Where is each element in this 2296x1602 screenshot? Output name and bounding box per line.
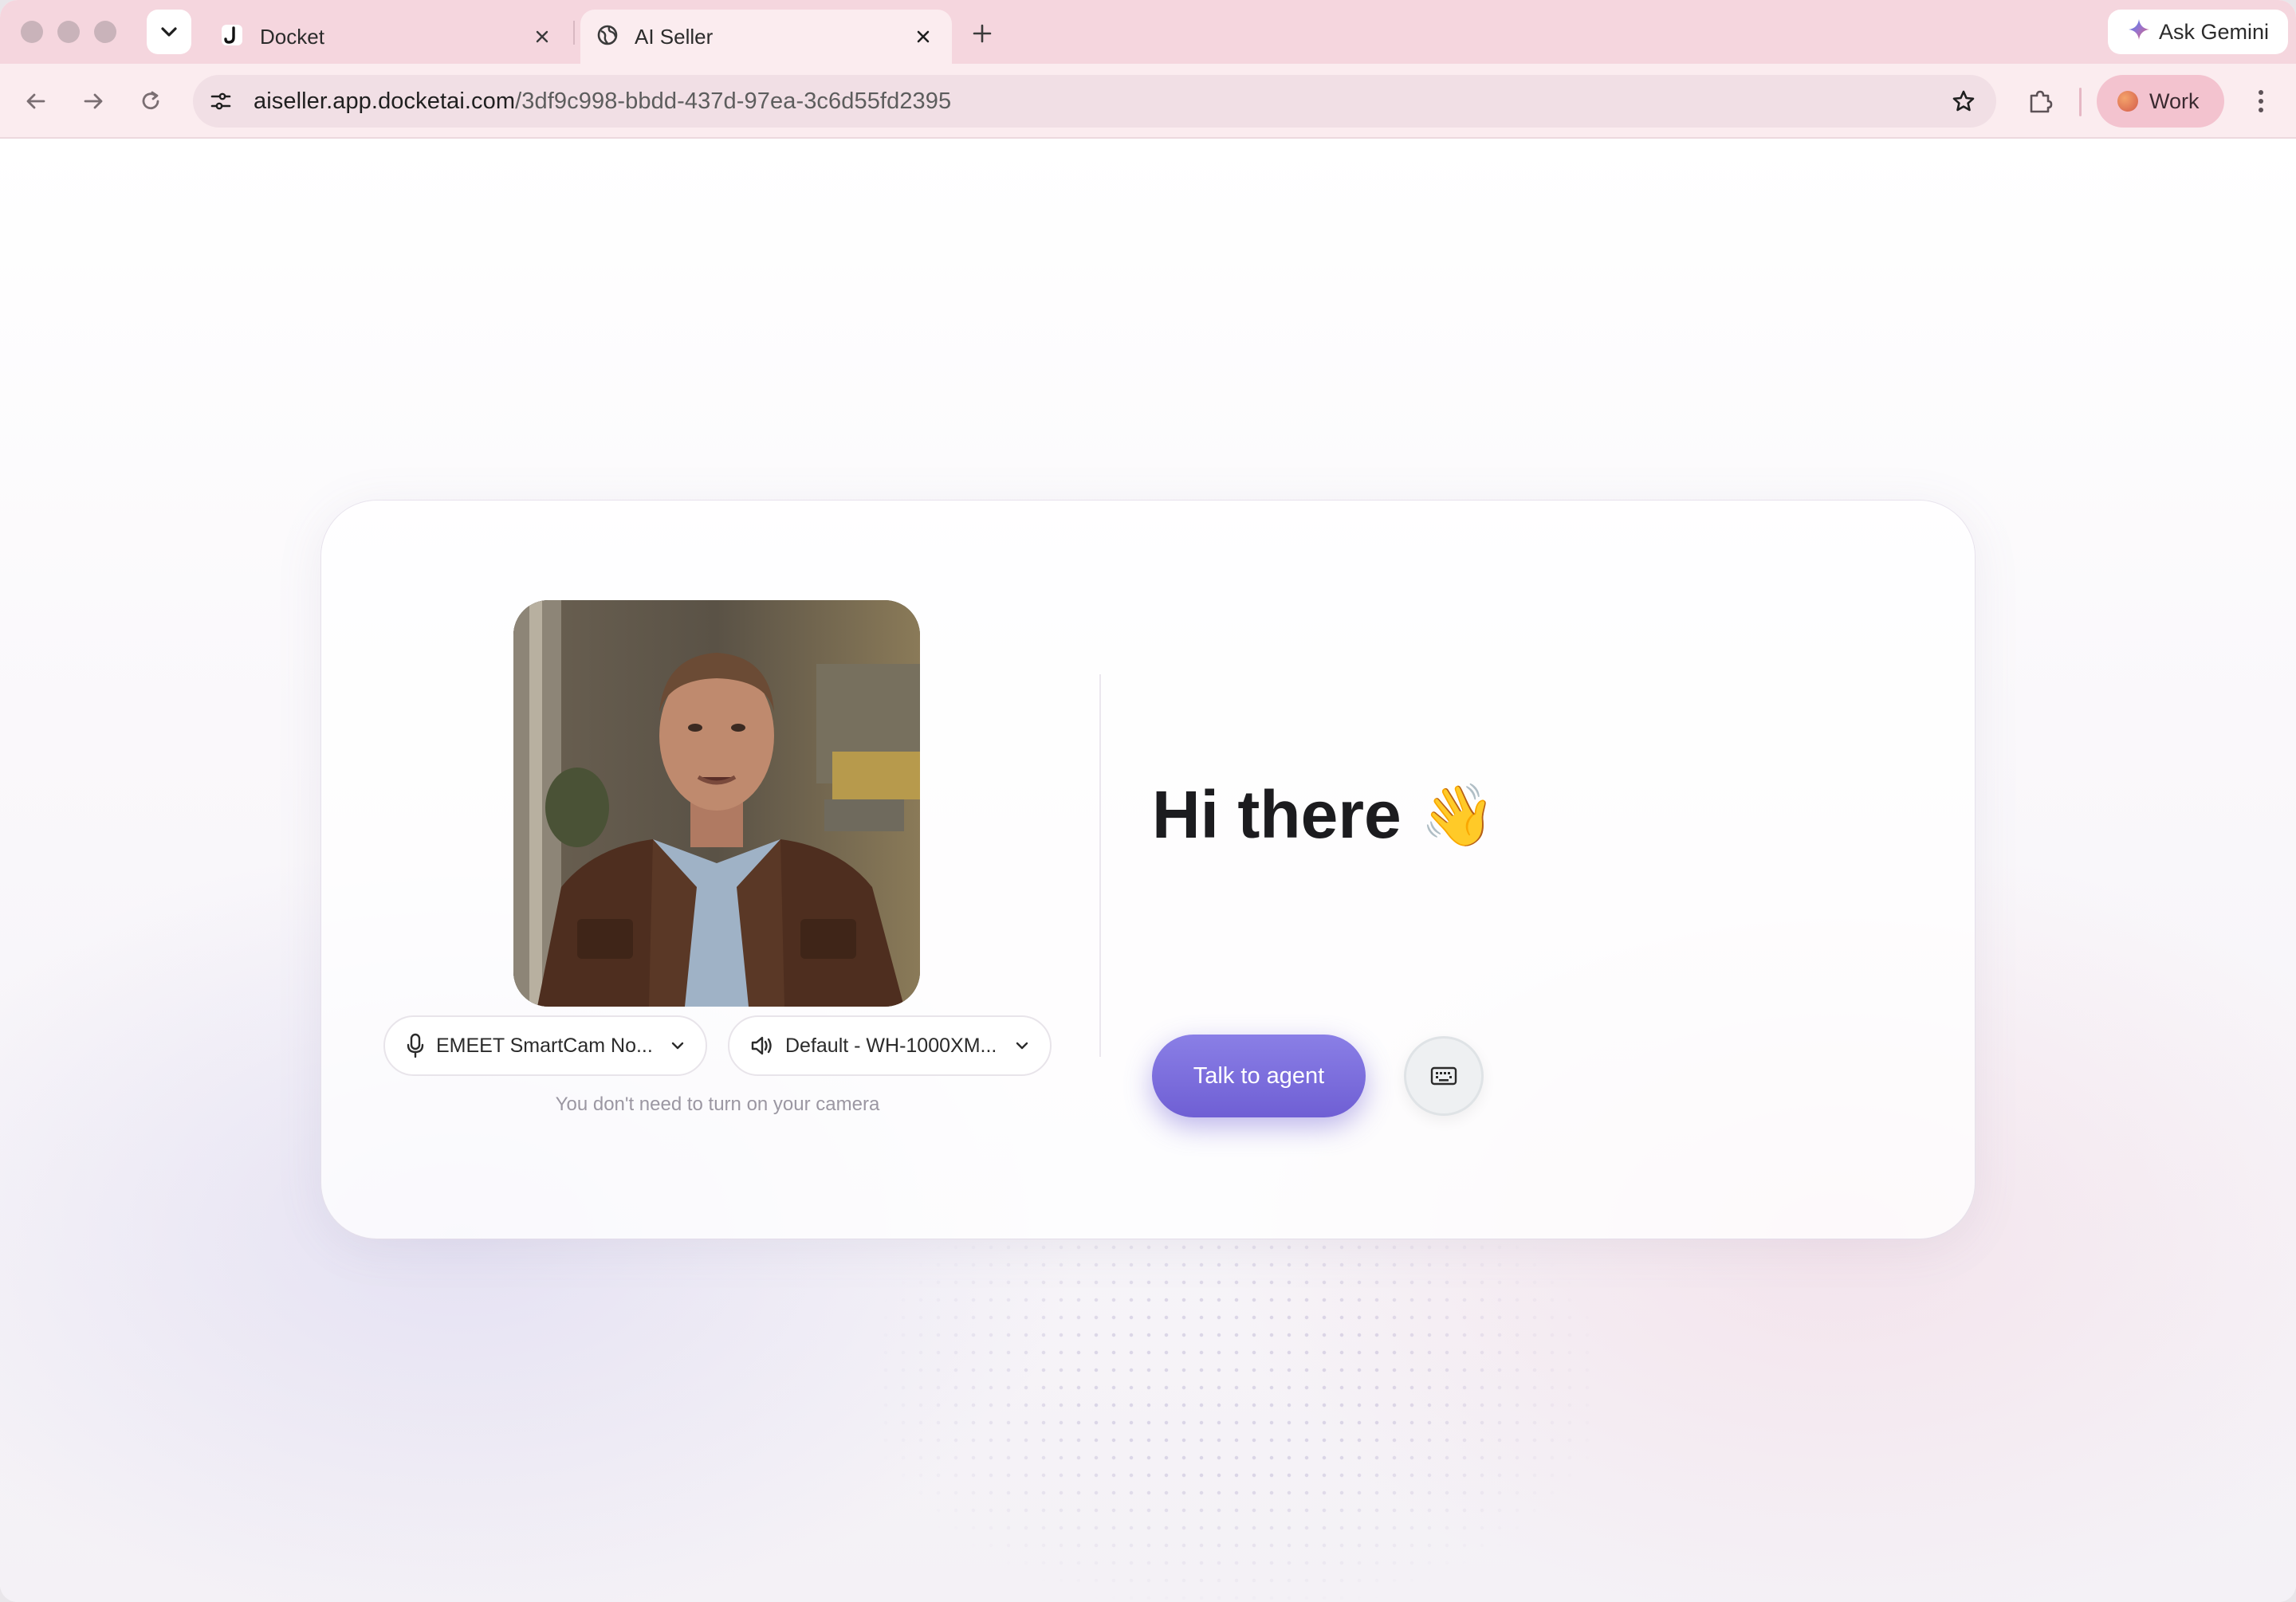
tab-search-button[interactable]: [147, 10, 191, 54]
address-bar[interactable]: aiseller.app.docketai.com/3df9c998-bbdd-…: [193, 75, 1996, 128]
waving-hand-icon: 👋: [1420, 781, 1496, 850]
forward-button[interactable]: [75, 83, 112, 120]
tab-title: AI Seller: [635, 24, 714, 49]
extensions-button[interactable]: [2020, 81, 2060, 121]
url-path: /3df9c998-bbdd-437d-97ea-3c6d55fd2395: [515, 88, 952, 114]
tab-strip: Docket AI Seller Ask Gemini: [0, 0, 2296, 64]
keyboard-icon: [1430, 1066, 1457, 1086]
docket-logo-icon: [220, 23, 244, 51]
arrow-left-icon: [26, 93, 45, 109]
minimize-window-button[interactable]: [57, 21, 80, 43]
puzzle-icon: [2030, 90, 2053, 113]
close-tab-icon[interactable]: [529, 24, 555, 49]
agent-card: EMEET SmartCam No... Default - WH-1000XM…: [321, 501, 1975, 1239]
chevron-down-icon: [1016, 1042, 1028, 1050]
profile-button[interactable]: Work: [2097, 75, 2224, 128]
agent-video: [513, 600, 920, 1007]
url-host: aiseller.app.docketai.com: [254, 88, 516, 114]
microphone-icon: [407, 1033, 424, 1058]
bookmark-star-icon[interactable]: [1945, 83, 1982, 120]
url-text[interactable]: aiseller.app.docketai.com/3df9c998-bbdd-…: [254, 88, 1945, 115]
chevron-down-icon: [161, 27, 177, 37]
speaker-icon: [751, 1036, 772, 1055]
new-tab-button[interactable]: [966, 18, 998, 49]
ask-gemini-button[interactable]: Ask Gemini: [2108, 10, 2288, 54]
talk-to-agent-label: Talk to agent: [1193, 1062, 1325, 1089]
microphone-select[interactable]: EMEET SmartCam No...: [383, 1015, 707, 1076]
close-window-button[interactable]: [21, 21, 43, 43]
reload-icon: [142, 91, 159, 110]
speaker-device-label: Default - WH-1000XM...: [785, 1034, 997, 1057]
dot-pattern-background: [877, 1239, 1594, 1602]
profile-avatar: [2117, 91, 2138, 112]
more-vertical-icon: [2259, 90, 2263, 112]
keyboard-chat-button[interactable]: [1404, 1036, 1484, 1116]
camera-note: You don't need to turn on your camera: [555, 1094, 880, 1115]
browser-toolbar: aiseller.app.docketai.com/3df9c998-bbdd-…: [0, 64, 2296, 139]
tab-title: Docket: [260, 24, 324, 49]
site-info-icon[interactable]: [202, 83, 239, 120]
speaker-select[interactable]: Default - WH-1000XM...: [728, 1015, 1052, 1076]
browser-window: Docket AI Seller Ask Gemini aiseller.app…: [0, 0, 2296, 1602]
arrow-right-icon: [84, 93, 103, 109]
chevron-down-icon: [671, 1042, 684, 1050]
page-content: EMEET SmartCam No... Default - WH-1000XM…: [0, 139, 2296, 1602]
ask-gemini-label: Ask Gemini: [2158, 19, 2270, 44]
tab-ai-seller[interactable]: AI Seller: [580, 10, 952, 64]
tab-separator: [573, 21, 575, 45]
reload-button[interactable]: [132, 83, 169, 120]
plus-icon: [973, 24, 992, 43]
close-tab-icon[interactable]: [910, 24, 936, 49]
browser-menu-button[interactable]: [2245, 83, 2277, 120]
globe-icon: [596, 24, 619, 50]
greeting-heading: Hi there 👋: [1152, 776, 1496, 854]
toolbar-separator: [2079, 88, 2082, 116]
talk-to-agent-button[interactable]: Talk to agent: [1152, 1035, 1366, 1117]
greeting-text: Hi there: [1152, 777, 1402, 852]
gemini-sparkle-icon: [2127, 18, 2151, 47]
card-divider: [1099, 674, 1101, 1057]
back-button[interactable]: [18, 83, 54, 120]
maximize-window-button[interactable]: [94, 21, 116, 43]
microphone-device-label: EMEET SmartCam No...: [436, 1034, 653, 1057]
tab-docket[interactable]: Docket: [204, 10, 571, 64]
profile-label: Work: [2149, 88, 2200, 113]
